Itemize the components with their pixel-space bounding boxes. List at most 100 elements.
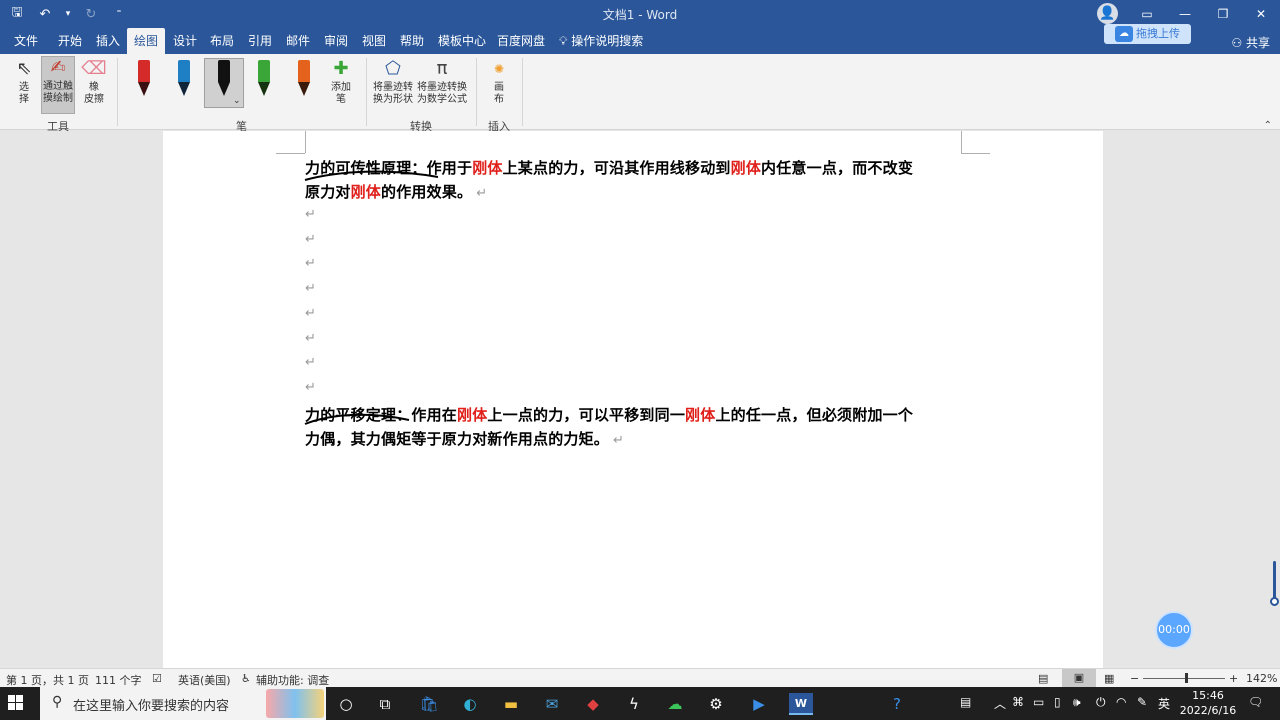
pen-tray-icon[interactable]: ✎ — [1137, 695, 1147, 709]
vertical-scrollbar[interactable] — [1268, 131, 1280, 668]
pen-options-chevron-icon[interactable]: ⌄ — [233, 96, 241, 106]
paragraph-2-line-1[interactable]: 力的平移定理：作用在刚体上一点的力，可以平移到同一刚体上的任一点，但必须附加一个 — [305, 404, 913, 425]
app-blue-icon[interactable]: ▶ — [748, 693, 770, 715]
tab-help[interactable]: 帮助 — [393, 28, 431, 54]
app-red-icon[interactable]: ◆ — [582, 693, 604, 715]
share-button[interactable]: ⚇ 共享 — [1231, 34, 1270, 51]
scrollbar-knob[interactable] — [1270, 597, 1279, 606]
cortana-icon[interactable]: ○ — [335, 693, 357, 715]
drawing-canvas-button[interactable]: ✺ 画 布 — [484, 58, 514, 114]
save-icon[interactable]: 🖫 — [8, 3, 26, 25]
read-mode-icon[interactable]: ▤ — [1038, 672, 1048, 685]
help-icon[interactable]: ? — [886, 693, 908, 715]
draw-with-touch-button[interactable]: ✍ 通过触 摸绘制 — [41, 56, 75, 114]
store-icon[interactable]: 🛍︎ — [418, 693, 440, 715]
restore-icon[interactable]: ❐ — [1204, 0, 1242, 28]
tell-me-search[interactable]: 💡︎ 操作说明搜索 — [552, 28, 650, 54]
tab-home[interactable]: 开始 — [51, 28, 89, 54]
task-view-icon[interactable]: ⧉ — [374, 693, 396, 715]
language[interactable]: 英语(美国) — [178, 672, 231, 688]
tab-baidu-netdisk[interactable]: 百度网盘 — [490, 28, 552, 54]
accessibility-status[interactable]: 辅助功能: 调查 — [256, 672, 329, 688]
cloud-upload-button[interactable]: ☁ 拖拽上传 — [1104, 24, 1191, 44]
print-layout-icon[interactable]: ▣ — [1062, 669, 1096, 687]
ink-to-shape-button[interactable]: ⬠ 将墨迹转 换为形状 — [371, 58, 415, 114]
tab-design[interactable]: 设计 — [166, 28, 204, 54]
pen-red[interactable] — [136, 60, 152, 98]
wechat-icon[interactable]: ☁ — [664, 693, 686, 715]
document-page[interactable]: 力的可传性原理：作用于刚体上某点的力，可沿其作用线移动到刚体内任意一点，而不改变… — [163, 131, 1103, 668]
page-count[interactable]: 第 1 页，共 1 页 — [6, 672, 89, 688]
zoom-slider-thumb[interactable] — [1184, 673, 1188, 683]
file-explorer-icon[interactable]: ▬ — [500, 693, 522, 715]
margin-mark — [961, 131, 962, 153]
web-layout-icon[interactable]: ▦ — [1104, 672, 1114, 685]
battery-icon[interactable]: ▭ — [1033, 695, 1044, 709]
empty-paragraph-mark[interactable]: ↵ — [305, 256, 316, 271]
recording-timer[interactable]: 00:00 — [1155, 611, 1193, 649]
tray-notes-icon[interactable]: ▤ — [960, 695, 971, 709]
tab-references[interactable]: 引用 — [241, 28, 279, 54]
paragraph-2-line-2[interactable]: 力偶，其力偶矩等于原力对新作用点的力矩。 ↵ — [305, 428, 624, 449]
paragraph-mark: ↵ — [613, 433, 625, 448]
select-tool-button[interactable]: ⇖ 选 择 — [10, 58, 38, 114]
pen-green[interactable] — [256, 60, 272, 98]
tray-app-icon[interactable]: ⌘ — [1012, 695, 1024, 709]
person-icon: ⚇ — [1231, 36, 1243, 50]
pen-blue[interactable] — [176, 60, 192, 98]
pen-orange[interactable] — [296, 60, 312, 98]
edge-icon[interactable]: ◐ — [459, 693, 481, 715]
paragraph-1-line-2[interactable]: 原力对刚体的作用效果。 ↵ — [305, 181, 487, 202]
window-title: 文档1 - Word — [602, 8, 678, 22]
empty-paragraph-mark[interactable]: ↵ — [305, 380, 316, 395]
proofing-icon[interactable]: ☑ — [152, 672, 162, 685]
zoom-in-icon[interactable]: + — [1229, 672, 1238, 685]
empty-paragraph-mark[interactable]: ↵ — [305, 232, 316, 247]
empty-paragraph-mark[interactable]: ↵ — [305, 281, 316, 296]
ink-to-math-button[interactable]: π 将墨迹转换 为数学公式 — [416, 58, 468, 114]
close-icon[interactable]: ✕ — [1242, 0, 1280, 28]
tab-insert[interactable]: 插入 — [89, 28, 127, 54]
pen-black[interactable] — [216, 60, 232, 98]
app-bolt-icon[interactable]: ϟ — [623, 693, 645, 715]
notifications-icon[interactable]: 🗨︎ — [1248, 695, 1263, 709]
tab-draw[interactable]: 绘图 — [127, 28, 166, 54]
tab-layout[interactable]: 布局 — [203, 28, 241, 54]
empty-paragraph-mark[interactable]: ↵ — [305, 355, 316, 370]
mail-icon[interactable]: ✉ — [541, 693, 563, 715]
add-pen-button[interactable]: ✚ 添加 笔 — [325, 58, 357, 114]
tab-mailings[interactable]: 邮件 — [279, 28, 317, 54]
settings-gear-icon[interactable]: ⚙ — [705, 693, 727, 715]
empty-paragraph-mark[interactable]: ↵ — [305, 306, 316, 321]
power-icon[interactable]: ⏻ — [1096, 695, 1106, 710]
system-clock[interactable]: 15:46 2022/6/16 — [1175, 688, 1241, 718]
tab-file[interactable]: 文件 — [7, 28, 45, 54]
word-taskbar-icon[interactable]: W — [789, 693, 813, 715]
zoom-level[interactable]: 142% — [1246, 672, 1277, 685]
windows-start-icon[interactable] — [8, 695, 24, 711]
tray-chevron-icon[interactable]: ︿ — [994, 695, 1006, 712]
tab-review[interactable]: 审阅 — [317, 28, 355, 54]
redo-icon[interactable]: ↻ — [82, 7, 100, 22]
collapse-ribbon-icon[interactable]: ⌃ — [1264, 120, 1272, 131]
network-icon[interactable]: ▯ — [1054, 695, 1061, 709]
dropdown-icon[interactable]: ▾ — [64, 9, 72, 19]
empty-paragraph-mark[interactable]: ↵ — [305, 331, 316, 346]
customize-icon[interactable]: ⁼ — [110, 9, 128, 19]
margin-mark — [305, 131, 306, 153]
volume-icon[interactable]: 🕪︎ — [1073, 695, 1081, 710]
tab-view[interactable]: 视图 — [355, 28, 393, 54]
tab-template-center[interactable]: 模板中心 — [431, 28, 493, 54]
word-count[interactable]: 111 个字 — [95, 672, 142, 688]
zoom-out-icon[interactable]: − — [1130, 672, 1139, 685]
eraser-button[interactable]: ⌫ 橡 皮擦 — [79, 58, 109, 114]
taskbar-search[interactable]: ⚲ 在这里输入你要搜索的内容 — [40, 687, 326, 720]
user-avatar[interactable]: 👤 — [1097, 3, 1118, 24]
ime-indicator[interactable]: 英 — [1158, 695, 1170, 712]
document-canvas: 力的可传性原理：作用于刚体上某点的力，可沿其作用线移动到刚体内任意一点，而不改变… — [0, 131, 1280, 668]
empty-paragraph-mark[interactable]: ↵ — [305, 207, 316, 222]
paragraph-1-line-1[interactable]: 力的可传性原理：作用于刚体上某点的力，可沿其作用线移动到刚体内任意一点，而不改变 — [305, 157, 913, 178]
wifi-icon[interactable]: ◠ — [1116, 695, 1126, 709]
undo-icon[interactable]: ↶ — [36, 7, 54, 22]
draw-with-touch-label: 通过触 摸绘制 — [43, 81, 73, 104]
